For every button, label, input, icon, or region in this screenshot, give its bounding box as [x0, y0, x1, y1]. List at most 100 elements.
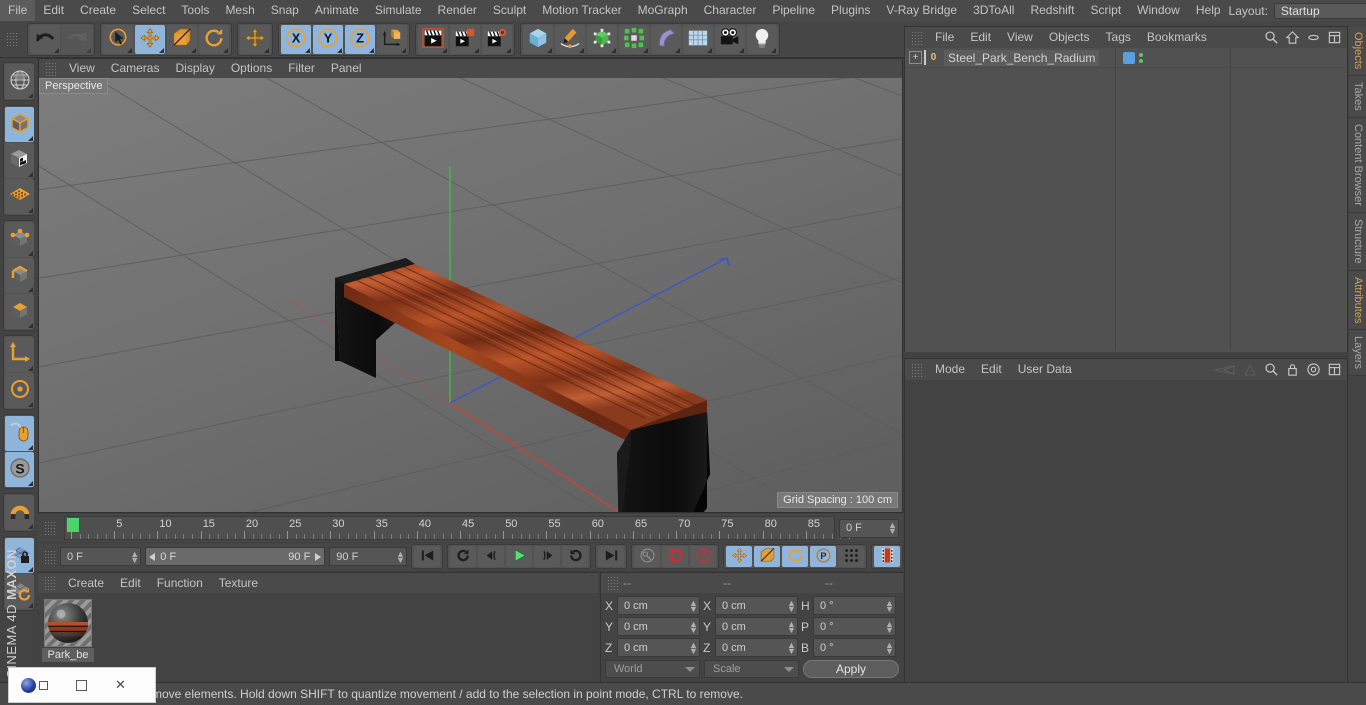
axis-modify-button[interactable] — [5, 337, 34, 372]
spinner-icon[interactable]: ▲ ▼ — [885, 598, 894, 613]
menu-simulate[interactable]: Simulate — [367, 0, 430, 21]
add-scene-object-button[interactable] — [683, 24, 713, 54]
object-menu-file[interactable]: File — [927, 27, 962, 48]
position-field[interactable]: 0 cm ▲ ▼ — [617, 638, 700, 657]
add-spline-button[interactable] — [555, 24, 585, 54]
panel-grip-icon[interactable] — [911, 30, 924, 45]
spinner-icon[interactable]: ▲ ▼ — [888, 521, 897, 536]
maximize-icon[interactable] — [1327, 30, 1342, 45]
right-tab-objects[interactable]: Objects — [1349, 26, 1366, 77]
spinner-icon[interactable]: ▲ ▼ — [689, 640, 698, 655]
panel-grip-icon[interactable] — [607, 576, 620, 590]
attribute-menu-mode[interactable]: Mode — [927, 359, 973, 380]
add-cube-button[interactable] — [523, 24, 553, 54]
texture-mode-button[interactable] — [5, 143, 34, 178]
viewport-menu-display[interactable]: Display — [167, 59, 222, 78]
right-tab-content-browser[interactable]: Content Browser — [1349, 118, 1366, 213]
material-item[interactable]: Park_be — [42, 599, 94, 662]
right-tab-takes[interactable]: Takes — [1349, 76, 1366, 119]
expand-icon[interactable]: + — [909, 51, 922, 64]
visibility-dots-icon[interactable] — [1139, 52, 1144, 63]
object-menu-tags[interactable]: Tags — [1098, 27, 1139, 48]
point-mode-button[interactable] — [5, 222, 34, 257]
previous-frame-button[interactable] — [478, 546, 504, 567]
object-menu-view[interactable]: View — [999, 27, 1041, 48]
object-menu-edit[interactable]: Edit — [962, 27, 999, 48]
next-frame-button[interactable] — [534, 546, 560, 567]
menu-window[interactable]: Window — [1129, 0, 1188, 21]
menu-mograph[interactable]: MoGraph — [630, 0, 696, 21]
position-field[interactable]: 0 cm ▲ ▼ — [617, 596, 700, 615]
spinner-icon[interactable]: ▲ ▼ — [787, 640, 796, 655]
range-left-arrow-icon[interactable] — [149, 552, 156, 561]
lock-icon[interactable] — [1285, 362, 1300, 377]
size-field[interactable]: 0 cm ▲ ▼ — [715, 638, 798, 657]
menu-render[interactable]: Render — [430, 0, 485, 21]
rotation-field[interactable]: 0 ° ▲ ▼ — [813, 617, 896, 636]
right-tab-attributes[interactable]: Attributes — [1349, 270, 1366, 331]
menu-character[interactable]: Character — [696, 0, 765, 21]
panel-grip-icon[interactable] — [45, 61, 58, 76]
maximize-icon[interactable] — [1327, 362, 1342, 377]
pla-key-toggle[interactable]: P — [810, 546, 836, 567]
world-object-coordinates[interactable] — [377, 24, 407, 54]
rotation-key-toggle[interactable] — [782, 546, 808, 567]
attribute-menu-user-data[interactable]: User Data — [1010, 359, 1080, 380]
lock-z-axis[interactable]: Z — [345, 24, 375, 54]
material-menu-function[interactable]: Function — [149, 573, 211, 593]
keyframe-selection-button[interactable]: ? — [690, 546, 716, 567]
add-mograph-button[interactable] — [619, 24, 649, 54]
material-menu-edit[interactable]: Edit — [112, 573, 149, 593]
material-preview[interactable] — [44, 599, 92, 647]
object-row[interactable]: +0 Steel_Park_Bench_Radium — [905, 48, 1347, 68]
back-nav-icon[interactable] — [1210, 363, 1236, 377]
right-tab-structure[interactable]: Structure — [1349, 212, 1366, 271]
size-field[interactable]: 0 cm ▲ ▼ — [715, 617, 798, 636]
coordinate-system-dropdown[interactable]: World — [605, 660, 700, 678]
menu-redshift[interactable]: Redshift — [1022, 0, 1082, 21]
end-frame-field[interactable]: 90 F ▲ ▼ — [329, 547, 407, 566]
enable-axis-button[interactable] — [5, 373, 34, 408]
start-frame-field[interactable]: 0 F ▲ ▼ — [60, 547, 142, 566]
viewport-canvas[interactable]: Y Z X Perspective Grid Spacing : 100 cm — [39, 78, 902, 512]
forward-nav-icon[interactable] — [1242, 363, 1258, 377]
open-timeline-button[interactable] — [874, 546, 900, 567]
snap-button[interactable]: S — [5, 452, 34, 487]
menu-select[interactable]: Select — [124, 0, 173, 21]
polygon-mode-button[interactable] — [5, 294, 34, 329]
spinner-icon[interactable]: ▲ ▼ — [885, 640, 894, 655]
preview-range-slider[interactable]: 0 F 90 F — [145, 547, 326, 566]
render-to-picture-viewer-button[interactable] — [450, 24, 480, 54]
material-menu-texture[interactable]: Texture — [211, 573, 266, 593]
menu-file[interactable]: File — [0, 0, 36, 21]
menu-mesh[interactable]: Mesh — [217, 0, 262, 21]
apply-button[interactable]: Apply — [803, 660, 899, 678]
menu-3dtoall[interactable]: 3DToAll — [965, 0, 1022, 21]
search-icon[interactable] — [1264, 362, 1279, 377]
viewport-mode-button[interactable] — [5, 64, 34, 99]
menu-script[interactable]: Script — [1082, 0, 1129, 21]
object-tree[interactable]: +0 Steel_Park_Bench_Radium — [905, 48, 1347, 352]
play-forwards-loop-button[interactable] — [562, 546, 588, 567]
menu-create[interactable]: Create — [72, 0, 124, 21]
spinner-icon[interactable]: ▲ ▼ — [689, 619, 698, 634]
menu-v-ray-bridge[interactable]: V-Ray Bridge — [878, 0, 965, 21]
scale-key-toggle[interactable] — [754, 546, 780, 567]
go-to-end-button[interactable] — [598, 546, 624, 567]
add-generator-button[interactable] — [587, 24, 617, 54]
add-camera-button[interactable] — [715, 24, 745, 54]
move-tool-alt[interactable] — [240, 24, 270, 54]
panel-grip-icon[interactable] — [44, 576, 57, 590]
go-to-start-button[interactable] — [414, 546, 440, 567]
panel-grip-icon[interactable] — [44, 549, 57, 564]
edge-mode-button[interactable] — [5, 258, 34, 293]
undo-button[interactable] — [30, 24, 60, 54]
lock-x-axis[interactable]: X — [281, 24, 311, 54]
spinner-icon[interactable]: ▲ ▼ — [396, 549, 405, 564]
right-tab-layers[interactable]: Layers — [1349, 330, 1366, 377]
menu-sculpt[interactable]: Sculpt — [485, 0, 534, 21]
material-menu-create[interactable]: Create — [60, 573, 112, 593]
rotation-field[interactable]: 0 ° ▲ ▼ — [813, 638, 896, 657]
coordinate-mode-dropdown[interactable]: Scale — [704, 660, 799, 678]
spinner-icon[interactable]: ▲ ▼ — [130, 549, 139, 564]
